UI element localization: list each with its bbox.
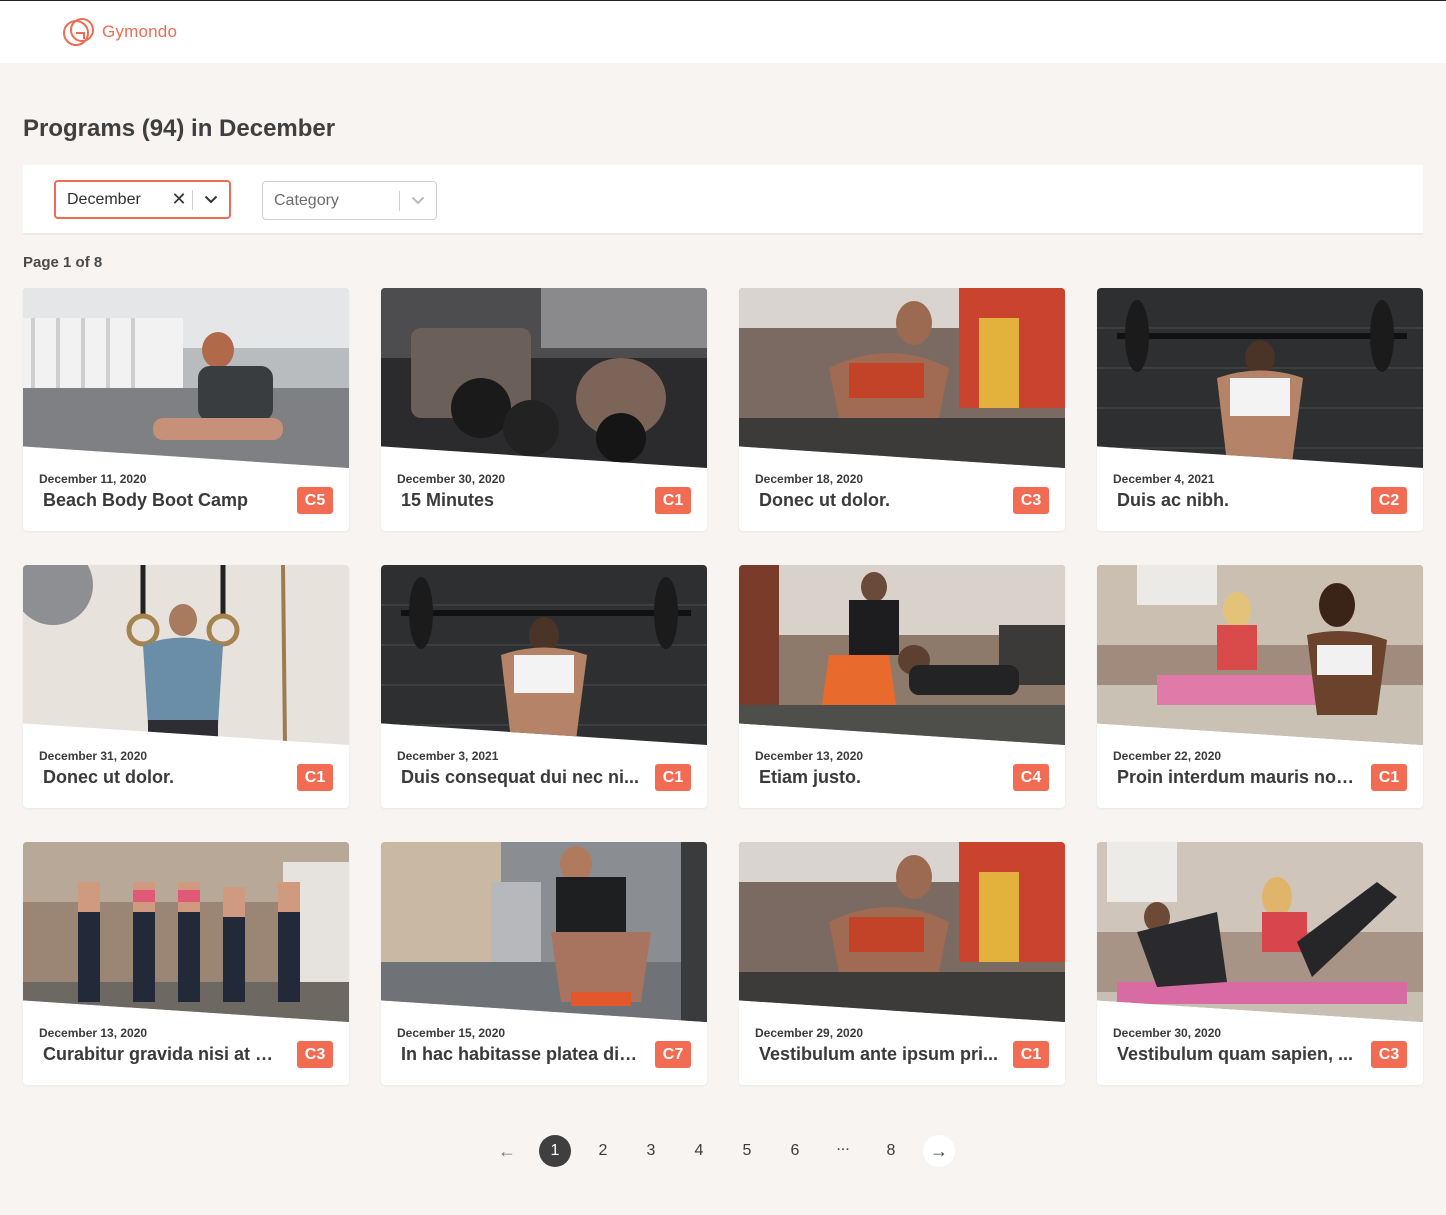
program-image [1097, 565, 1423, 745]
program-level-badge: C7 [655, 1041, 691, 1068]
arrow-right-icon[interactable]: → [923, 1135, 955, 1167]
program-card[interactable]: December 22, 2020 Proin interdum mauris … [1097, 565, 1423, 808]
program-title: Duis consequat dui nec ni... [401, 767, 640, 787]
program-title: Donec ut dolor. [43, 767, 175, 787]
page-button-8[interactable]: 8 [875, 1135, 907, 1167]
program-date: December 11, 2020 [39, 472, 147, 486]
program-image [739, 288, 1065, 468]
top-navbar: Gymondo [0, 0, 1446, 63]
program-level-badge: C5 [297, 487, 333, 514]
program-image [739, 842, 1065, 1022]
program-date: December 15, 2020 [397, 1026, 506, 1040]
program-image [1097, 288, 1423, 468]
page-button-6[interactable]: 6 [779, 1135, 811, 1167]
page-ellipsis: ... [836, 1137, 850, 1154]
program-level-badge: C3 [297, 1041, 333, 1068]
program-date: December 22, 2020 [1113, 749, 1222, 763]
program-image [1097, 842, 1423, 1022]
program-image [381, 842, 707, 1022]
pagination: ← 1 2 3 4 5 6 ... 8 → [491, 1135, 971, 1167]
program-card[interactable]: December 29, 2020 Vestibulum ante ipsum … [739, 842, 1065, 1085]
program-card[interactable]: December 4, 2021 Duis ac nibh. C2 [1097, 288, 1423, 531]
page-button-5[interactable]: 5 [731, 1135, 763, 1167]
program-image [23, 842, 349, 1022]
program-level-badge: C2 [1371, 487, 1407, 514]
program-card[interactable]: December 30, 2020 15 Minutes C1 [381, 288, 707, 531]
program-image [381, 288, 707, 468]
program-title: Curabitur gravida nisi at ni... [43, 1044, 283, 1064]
page-button-1[interactable]: 1 [539, 1135, 571, 1167]
page-button-4[interactable]: 4 [683, 1135, 715, 1167]
program-date: December 30, 2020 [397, 472, 506, 486]
program-card[interactable]: December 30, 2020 Vestibulum quam sapien… [1097, 842, 1423, 1085]
chevron-down-icon[interactable] [193, 195, 229, 204]
program-level-badge: C1 [1013, 1041, 1049, 1068]
gymondo-logo[interactable]: Gymondo [62, 16, 177, 48]
program-date: December 3, 2021 [397, 749, 499, 763]
program-card[interactable]: December 18, 2020 Donec ut dolor. C3 [739, 288, 1065, 531]
program-date: December 31, 2020 [39, 749, 148, 763]
program-date: December 18, 2020 [755, 472, 864, 486]
program-date: December 30, 2020 [1113, 1026, 1222, 1040]
chevron-down-icon[interactable] [400, 196, 436, 205]
program-title: Etiam justo. [759, 767, 862, 787]
program-title: Proin interdum mauris non... [1117, 767, 1357, 787]
program-title: Duis ac nibh. [1117, 490, 1230, 510]
program-level-badge: C3 [1013, 487, 1049, 514]
program-image [23, 565, 349, 745]
category-select[interactable]: Category [262, 181, 437, 220]
gymondo-logo-icon [63, 18, 94, 46]
category-select-placeholder: Category [274, 191, 339, 209]
arrow-left-icon[interactable]: ← [491, 1135, 523, 1167]
program-title: Donec ut dolor. [759, 490, 891, 510]
month-select[interactable]: December ✕ [54, 180, 231, 219]
program-image [381, 565, 707, 745]
program-date: December 13, 2020 [39, 1026, 148, 1040]
program-title: Vestibulum quam sapien, ... [1117, 1044, 1354, 1064]
program-level-badge: C1 [297, 764, 333, 791]
program-card[interactable]: December 3, 2021 Duis consequat dui nec … [381, 565, 707, 808]
program-level-badge: C1 [1371, 764, 1407, 791]
filter-bar: December ✕ Category [23, 165, 1423, 235]
program-image [23, 288, 349, 468]
program-level-badge: C3 [1371, 1041, 1407, 1068]
program-card[interactable]: December 31, 2020 Donec ut dolor. C1 [23, 565, 349, 808]
page-title: Programs (94) in December [23, 115, 336, 142]
page-info: Page 1 of 8 [23, 254, 103, 271]
program-title: Vestibulum ante ipsum pri... [759, 1044, 999, 1064]
page-button-2[interactable]: 2 [587, 1135, 619, 1167]
program-level-badge: C1 [655, 764, 691, 791]
program-title: In hac habitasse platea dic... [401, 1044, 641, 1064]
program-date: December 4, 2021 [1113, 472, 1215, 486]
month-select-value: December [67, 190, 141, 208]
program-card[interactable]: December 15, 2020 In hac habitasse plate… [381, 842, 707, 1085]
program-card[interactable]: December 11, 2020 Beach Body Boot Camp C… [23, 288, 349, 531]
program-title: 15 Minutes [401, 490, 495, 510]
close-icon[interactable]: ✕ [166, 189, 192, 210]
program-image [739, 565, 1065, 745]
program-card[interactable]: December 13, 2020 Etiam justo. C4 [739, 565, 1065, 808]
logo-text: Gymondo [102, 22, 178, 41]
program-title: Beach Body Boot Camp [43, 490, 249, 510]
program-date: December 13, 2020 [755, 749, 864, 763]
program-level-badge: C1 [655, 487, 691, 514]
page-button-3[interactable]: 3 [635, 1135, 667, 1167]
program-date: December 29, 2020 [755, 1026, 864, 1040]
program-card[interactable]: December 13, 2020 Curabitur gravida nisi… [23, 842, 349, 1085]
program-level-badge: C4 [1013, 764, 1049, 791]
